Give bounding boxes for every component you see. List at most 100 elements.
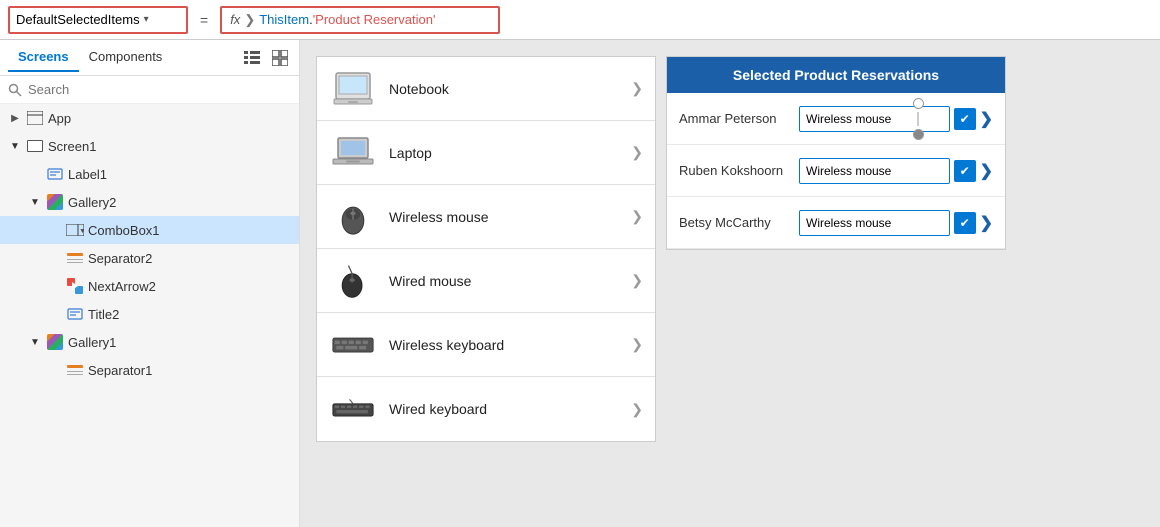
wireless-mouse-chevron: ❯ <box>631 208 643 225</box>
grid-view-icon[interactable] <box>269 47 291 69</box>
laptop-name: Laptop <box>389 145 619 161</box>
wired-keyboard-icon <box>329 388 377 430</box>
dropdown-chevron-icon: ▾ <box>144 14 180 25</box>
wireless-mouse-name: Wireless mouse <box>389 209 619 225</box>
tree-label-nextarrow2: NextArrow2 <box>88 279 156 294</box>
tree-label-label1: Label1 <box>68 167 107 182</box>
expand-icon: ▶ <box>8 111 22 125</box>
main-layout: Screens Components ▶ <box>0 40 1160 527</box>
ammar-dropdown[interactable]: Wireless mouse <box>799 106 950 132</box>
betsy-select[interactable]: Wireless mouse <box>799 210 950 236</box>
reservations-header: Selected Product Reservations <box>667 57 1005 93</box>
canvas-area: Notebook ❯ Laptop ❯ <box>300 40 1160 527</box>
ruben-chevron: ❯ <box>980 161 993 181</box>
property-dropdown[interactable]: DefaultSelectedItems ▾ <box>8 6 188 34</box>
wired-mouse-name: Wired mouse <box>389 273 619 289</box>
wireless-keyboard-chevron: ❯ <box>631 336 643 353</box>
wired-keyboard-chevron: ❯ <box>631 401 643 418</box>
ammar-name: Ammar Peterson <box>679 111 789 126</box>
sidebar: Screens Components ▶ <box>0 40 300 527</box>
tree-item-app[interactable]: ▶ App <box>0 104 299 132</box>
separator-icon <box>66 249 84 267</box>
expand-icon <box>48 307 62 321</box>
tree-label-app: App <box>48 111 71 126</box>
ruben-name: Ruben Kokshoorn <box>679 163 789 178</box>
expand-icon <box>48 279 62 293</box>
scroll-track <box>917 112 919 126</box>
expand-icon <box>48 223 62 237</box>
gallery-icon <box>46 193 64 211</box>
betsy-combo-btn[interactable]: ✔ <box>954 212 976 234</box>
tree-item-gallery2[interactable]: ▼ Gallery2 <box>0 188 299 216</box>
reservation-row-ruben: Ruben Kokshoorn Wireless mouse ✔ ❯ <box>667 145 1005 197</box>
notebook-name: Notebook <box>389 81 619 97</box>
tree-item-label1[interactable]: Label1 <box>0 160 299 188</box>
scroll-circle-bottom <box>913 129 924 140</box>
product-item-wireless-keyboard[interactable]: Wireless keyboard ❯ <box>317 313 655 377</box>
property-dropdown-label: DefaultSelectedItems <box>16 12 140 27</box>
ruben-combo-container: Wireless mouse ✔ ❯ <box>799 158 993 184</box>
formula-string: 'Product Reservation' <box>313 12 436 27</box>
notebook-chevron: ❯ <box>631 80 643 97</box>
formula-text: ThisItem.'Product Reservation' <box>259 12 435 27</box>
label-icon <box>46 165 64 183</box>
screen-icon <box>26 137 44 155</box>
top-bar: DefaultSelectedItems ▾ = fx ❯ ThisItem.'… <box>0 0 1160 40</box>
formula-keyword: ThisItem <box>259 12 309 27</box>
nextarrow-icon <box>66 277 84 295</box>
separator1-icon <box>66 361 84 379</box>
wireless-keyboard-icon <box>329 324 377 366</box>
gallery1-icon <box>46 333 64 351</box>
tree-label-separator1: Separator1 <box>88 363 152 378</box>
app-icon <box>26 109 44 127</box>
ammar-combo-container: Wireless mouse ✔ ❯ <box>799 106 993 132</box>
tree-area: ▶ App ▼ Screen1 Lab <box>0 104 299 527</box>
tree-item-combobox1[interactable]: ▼ ComboBox1 <box>0 216 299 244</box>
reservation-row-ammar: Ammar Peterson Wireless mouse ✔ <box>667 93 1005 145</box>
tree-item-separator2[interactable]: Separator2 <box>0 244 299 272</box>
product-item-notebook[interactable]: Notebook ❯ <box>317 57 655 121</box>
search-input[interactable] <box>28 82 291 97</box>
tree-item-nextarrow2[interactable]: NextArrow2 <box>0 272 299 300</box>
formula-separator: ❯ <box>244 12 255 28</box>
scroll-indicator <box>913 98 924 140</box>
expand-icon <box>48 251 62 265</box>
tree-item-gallery1[interactable]: ▼ Gallery1 <box>0 328 299 356</box>
formula-bar[interactable]: fx ❯ ThisItem.'Product Reservation' <box>220 6 500 34</box>
ammar-combo-btn[interactable]: ✔ <box>954 108 976 130</box>
laptop-icon <box>329 132 377 174</box>
expand-icon: ▼ <box>28 195 42 209</box>
wired-mouse-icon <box>329 260 377 302</box>
search-icon <box>8 83 22 97</box>
ruben-combo-btn[interactable]: ✔ <box>954 160 976 182</box>
wired-keyboard-name: Wired keyboard <box>389 401 619 417</box>
tree-label-gallery2: Gallery2 <box>68 195 116 210</box>
betsy-chevron: ❯ <box>980 213 993 233</box>
sidebar-tab-icons <box>241 47 291 69</box>
equals-sign: = <box>196 12 212 28</box>
product-item-laptop[interactable]: Laptop ❯ <box>317 121 655 185</box>
ammar-chevron: ❯ <box>980 109 993 129</box>
list-view-icon[interactable] <box>241 47 263 69</box>
notebook-icon <box>329 68 377 110</box>
expand-icon <box>48 363 62 377</box>
product-item-wired-keyboard[interactable]: Wired keyboard ❯ <box>317 377 655 441</box>
tree-item-title2[interactable]: Title2 <box>0 300 299 328</box>
title2-icon <box>66 305 84 323</box>
product-item-wired-mouse[interactable]: Wired mouse ❯ <box>317 249 655 313</box>
svg-text:▼: ▼ <box>79 228 84 235</box>
expand-icon <box>28 167 42 181</box>
tab-screens[interactable]: Screens <box>8 43 79 72</box>
tab-components[interactable]: Components <box>79 43 173 72</box>
tree-item-separator1[interactable]: Separator1 <box>0 356 299 384</box>
reservation-row-betsy: Betsy McCarthy Wireless mouse ✔ ❯ <box>667 197 1005 249</box>
wireless-keyboard-name: Wireless keyboard <box>389 337 619 353</box>
tree-label-gallery1: Gallery1 <box>68 335 116 350</box>
tree-label-separator2: Separator2 <box>88 251 152 266</box>
ruben-select[interactable]: Wireless mouse <box>799 158 950 184</box>
wired-mouse-chevron: ❯ <box>631 272 643 289</box>
combobox-icon: ▼ <box>66 221 84 239</box>
tree-item-screen1[interactable]: ▼ Screen1 <box>0 132 299 160</box>
product-item-wireless-mouse[interactable]: Wireless mouse ❯ <box>317 185 655 249</box>
tree-label-combobox1: ComboBox1 <box>88 223 160 238</box>
